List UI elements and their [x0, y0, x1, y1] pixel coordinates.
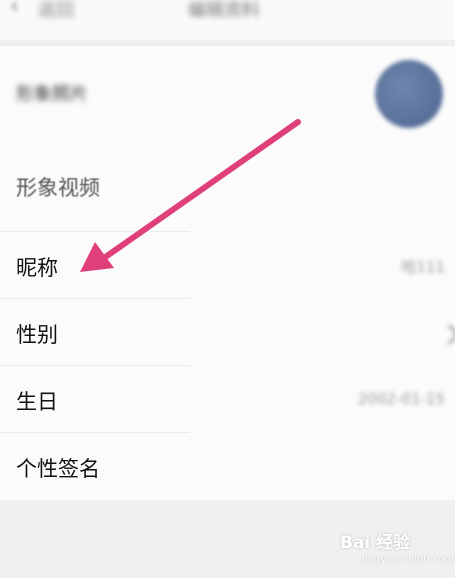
- page-title: 编辑资料: [188, 0, 260, 21]
- row-label: 性别: [16, 323, 58, 347]
- chevron-right-icon: [438, 323, 455, 346]
- baidu-watermark: Bai 经验: [340, 533, 411, 553]
- row-label: 个性签名: [16, 457, 100, 481]
- nickname-value: 哈111: [401, 258, 445, 276]
- back-label[interactable]: 返回: [38, 0, 74, 22]
- row-label: 生日: [16, 390, 58, 414]
- baidu-watermark-url: jingyan.baidu.com: [362, 554, 455, 565]
- top-bar: ‹ 返回 编辑资料: [0, 0, 455, 40]
- avatar[interactable]: [375, 60, 443, 128]
- row-gender[interactable]: 性别: [0, 299, 455, 365]
- row-nickname[interactable]: 昵称 哈111: [0, 232, 455, 298]
- chevron-left-icon[interactable]: ‹: [10, 0, 19, 19]
- row-signature[interactable]: 个性签名: [0, 433, 455, 499]
- row-birthday[interactable]: 生日 2002-01-15: [0, 366, 455, 432]
- birthday-value: 2002-01-15: [357, 390, 445, 408]
- row-label: 形象照片: [16, 84, 88, 105]
- row-profile-video[interactable]: 形象视频: [0, 166, 455, 206]
- row-label: 昵称: [16, 256, 58, 280]
- row-label: 形象视频: [16, 176, 100, 200]
